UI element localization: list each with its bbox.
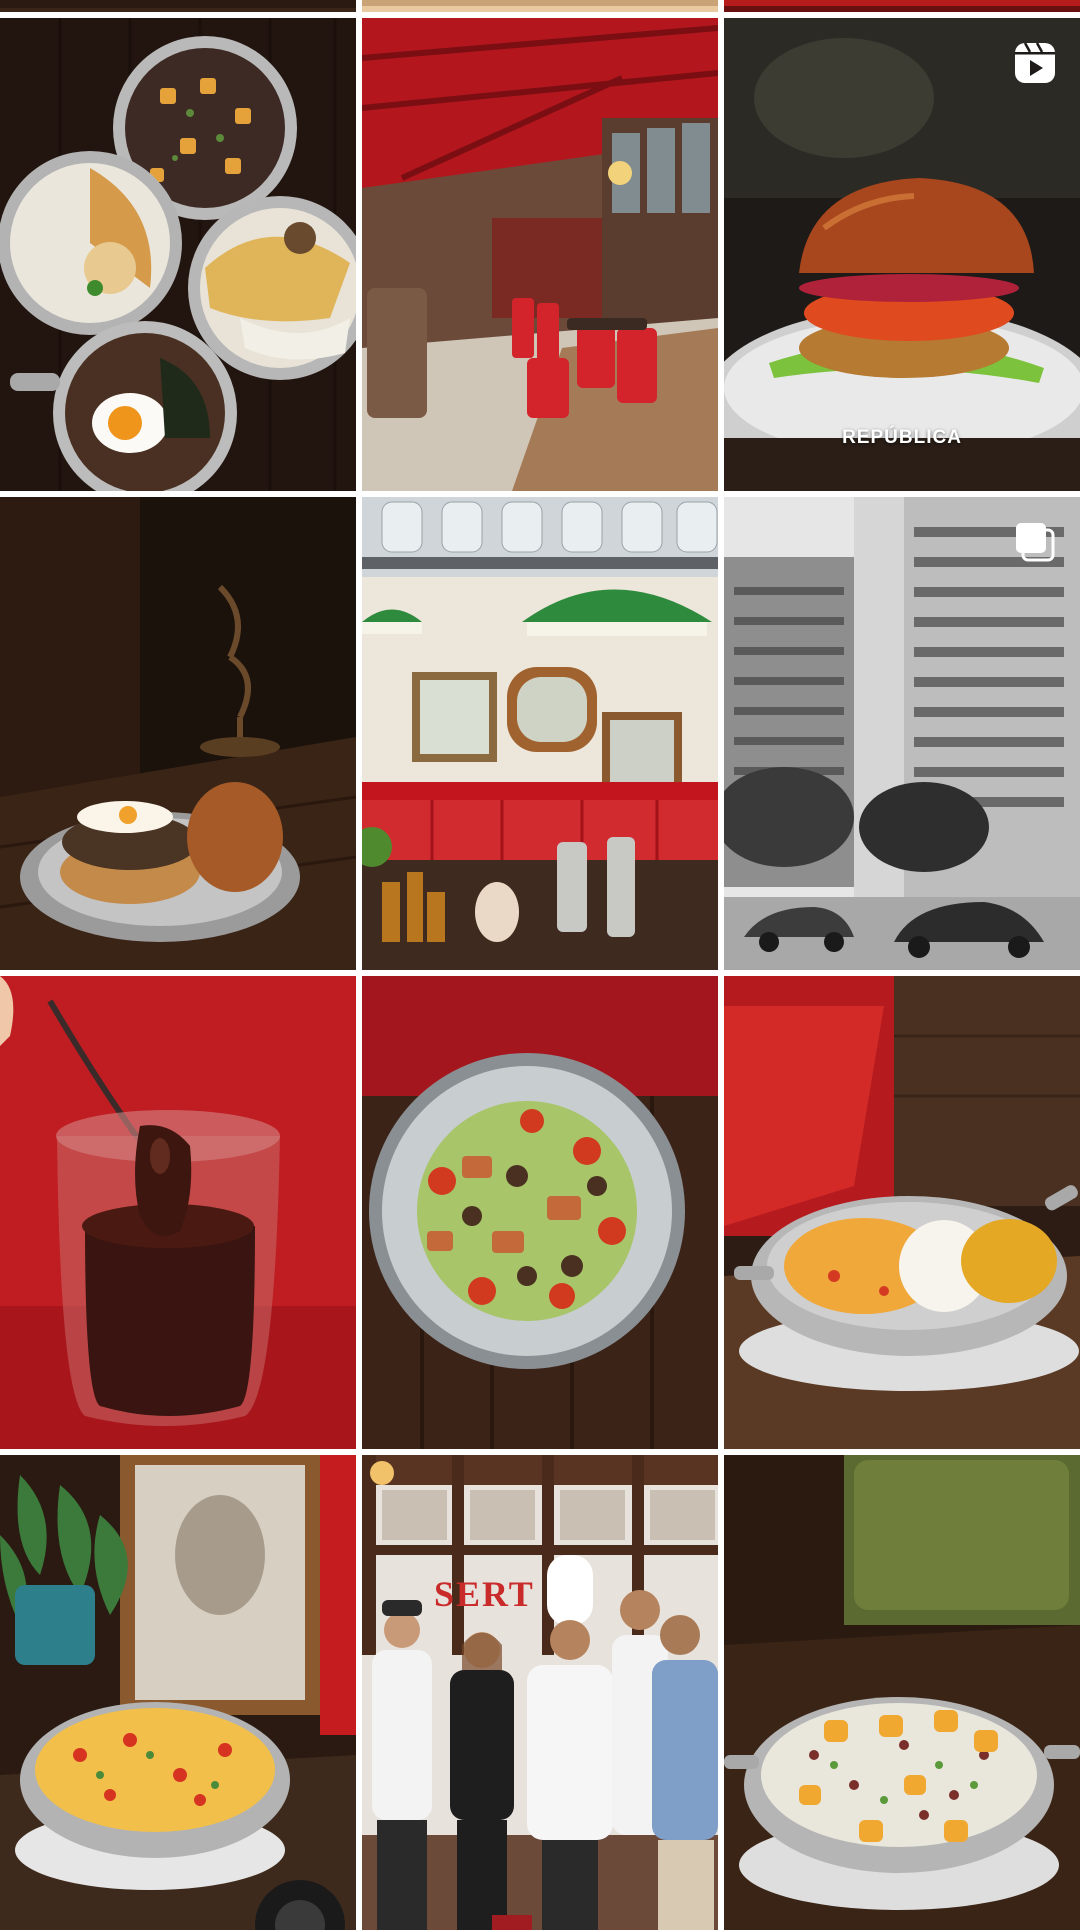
post-thumbnail-rice-salad-pan[interactable]	[724, 1455, 1080, 1930]
profile-post-grid: REPÚBLICA SERT	[0, 0, 1080, 1930]
post-caption-overlay: REPÚBLICA	[842, 427, 962, 448]
post-thumbnail-risotto-pan[interactable]	[0, 1455, 356, 1930]
food-photo	[724, 976, 1080, 1449]
food-photo	[362, 976, 718, 1449]
restaurant-photo	[362, 18, 718, 491]
team-photo	[362, 1455, 718, 1930]
post-thumbnail-green-lamps-bar[interactable]	[362, 497, 718, 970]
food-photo	[724, 1455, 1080, 1930]
restaurant-photo	[362, 497, 718, 970]
building-photo	[724, 497, 1080, 970]
post-thumbnail-feijoada-pans[interactable]	[0, 18, 356, 491]
post-thumbnail-red-dining-room[interactable]	[362, 18, 718, 491]
post-thumbnail-salad-bowl[interactable]	[362, 976, 718, 1449]
post-thumbnail-egg-burger[interactable]	[0, 497, 356, 970]
burger-photo	[724, 18, 1080, 491]
post-thumbnail-partial[interactable]	[362, 0, 718, 12]
post-thumbnail-tomato-burger[interactable]: REPÚBLICA	[724, 18, 1080, 491]
dessert-photo	[0, 976, 356, 1449]
restaurant-sign: SERT	[434, 1574, 535, 1614]
post-thumbnail-moqueca-pan[interactable]	[724, 976, 1080, 1449]
food-photo	[0, 1455, 356, 1930]
post-thumbnail-partial[interactable]	[724, 0, 1080, 12]
post-thumbnail-chocolate-jar[interactable]	[0, 976, 356, 1449]
carousel-icon	[1016, 523, 1055, 562]
burger-photo	[0, 497, 356, 970]
post-thumbnail-partial[interactable]	[0, 0, 356, 12]
reel-icon	[1015, 42, 1055, 83]
food-photo	[0, 18, 356, 491]
post-thumbnail-team-photo[interactable]: SERT	[362, 1455, 718, 1930]
post-thumbnail-vintage-building[interactable]	[724, 497, 1080, 970]
